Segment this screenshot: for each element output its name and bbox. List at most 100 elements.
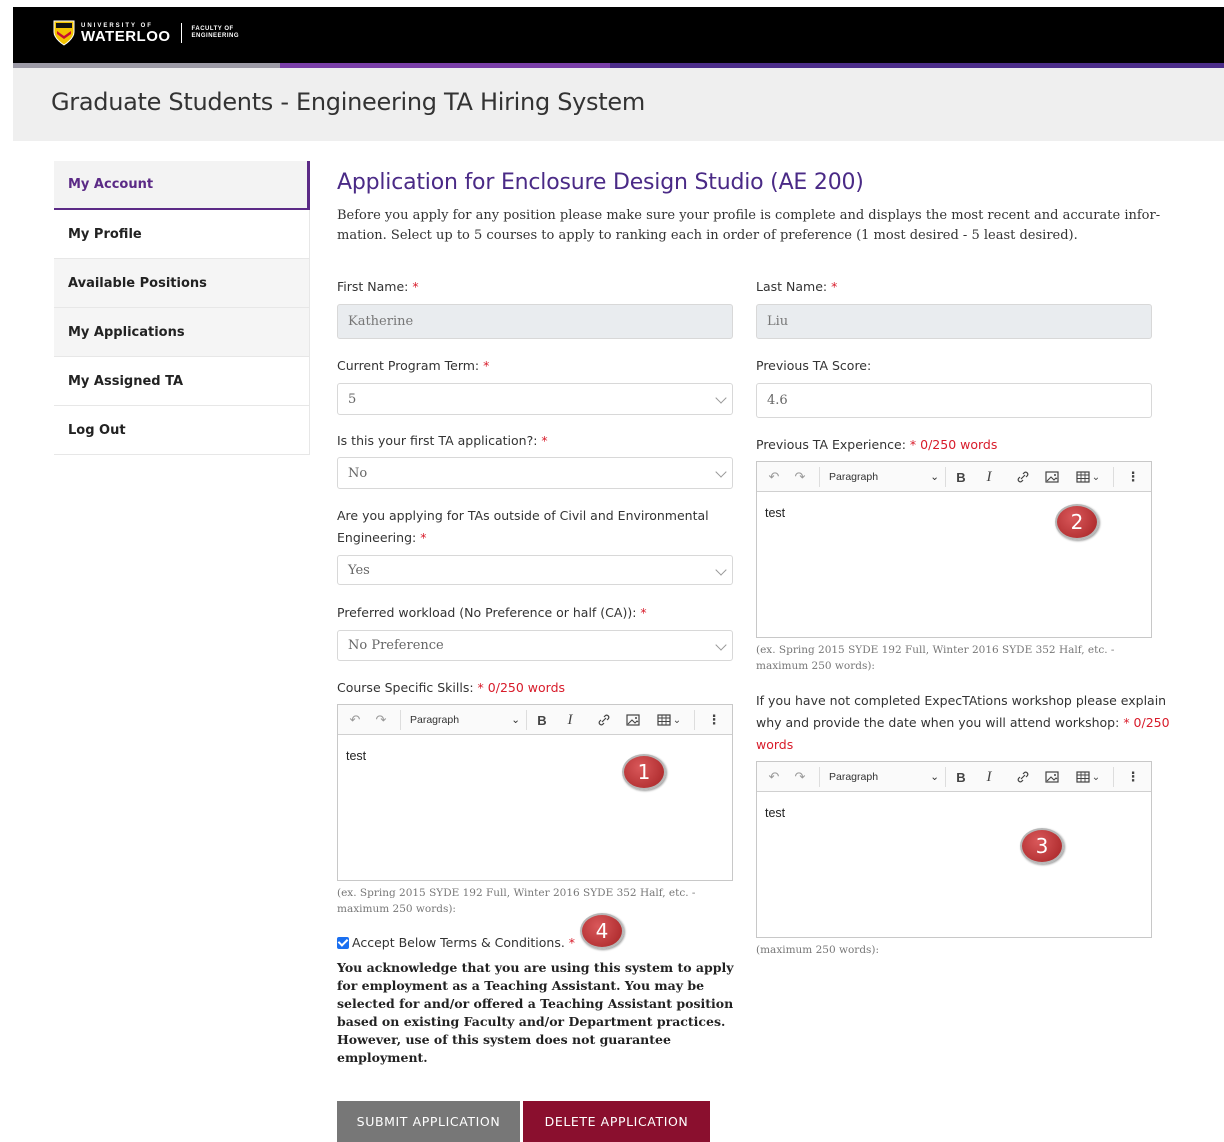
link-icon[interactable] bbox=[594, 705, 614, 735]
prev-ta-score-input[interactable]: 4.6 bbox=[756, 383, 1152, 418]
sidebar-item-label: Log Out bbox=[68, 422, 126, 438]
image-icon[interactable] bbox=[1042, 762, 1062, 792]
sidebar-item-label: My Applications bbox=[68, 324, 185, 340]
sidebar: My Account My Profile Available Position… bbox=[54, 161, 310, 455]
redo-icon[interactable]: ↷ bbox=[370, 705, 392, 735]
undo-icon[interactable]: ↶ bbox=[344, 705, 366, 735]
toolbar-divider bbox=[945, 467, 946, 487]
program-term-select[interactable]: 5 bbox=[337, 383, 733, 415]
link-icon[interactable] bbox=[1013, 462, 1033, 492]
sidebar-item-my-account[interactable]: My Account bbox=[54, 161, 310, 210]
italic-button[interactable]: I bbox=[979, 762, 999, 792]
logo-university-name: WATERLOO bbox=[81, 27, 171, 45]
accept-terms-checkbox[interactable] bbox=[337, 937, 349, 949]
toolbar-divider bbox=[400, 710, 401, 730]
workload-label: Preferred workload (No Preference or hal… bbox=[337, 605, 647, 620]
sidebar-item-available-positions[interactable]: Available Positions bbox=[54, 259, 310, 308]
link-icon[interactable] bbox=[1013, 762, 1033, 792]
toolbar-divider bbox=[1113, 467, 1114, 487]
workshop-editor[interactable]: ↶ ↷ Paragraph ⌄ B I ⌄ ⋮ test bbox=[756, 761, 1152, 938]
chevron-down-icon bbox=[715, 466, 727, 478]
italic-button[interactable]: I bbox=[979, 462, 999, 492]
image-icon[interactable] bbox=[623, 705, 643, 735]
undo-icon[interactable]: ↶ bbox=[763, 462, 785, 492]
sidebar-item-label: My Profile bbox=[68, 226, 142, 242]
more-options-icon[interactable]: ⋮ bbox=[1123, 462, 1143, 492]
last-name-field[interactable]: Liu bbox=[756, 304, 1152, 339]
undo-icon[interactable]: ↶ bbox=[763, 762, 785, 792]
table-icon[interactable]: ⌄ bbox=[1071, 762, 1105, 792]
toolbar-divider bbox=[694, 710, 695, 730]
sidebar-item-my-profile[interactable]: My Profile bbox=[54, 210, 310, 259]
submit-application-button[interactable]: SUBMIT APPLICATION bbox=[337, 1101, 520, 1142]
workload-select[interactable]: No Preference bbox=[337, 630, 733, 661]
image-icon[interactable] bbox=[1042, 462, 1062, 492]
annotation-marker-2: 2 bbox=[1055, 504, 1099, 540]
workshop-content: test bbox=[765, 806, 786, 820]
toolbar-divider bbox=[819, 767, 820, 787]
annotation-marker-4: 4 bbox=[580, 913, 624, 949]
logo-faculty-line2: ENGINEERING bbox=[191, 33, 240, 39]
toolbar-divider bbox=[819, 467, 820, 487]
bold-button[interactable]: B bbox=[951, 462, 971, 492]
more-options-icon[interactable]: ⋮ bbox=[1123, 762, 1143, 792]
italic-button[interactable]: I bbox=[560, 705, 580, 735]
intro-text: Before you apply for any position please… bbox=[337, 208, 1161, 243]
page-header: Graduate Students - Engineering TA Hirin… bbox=[13, 68, 1224, 141]
sidebar-item-label: Available Positions bbox=[68, 275, 207, 291]
chevron-down-icon bbox=[715, 392, 727, 404]
workshop-label: If you have not completed ExpecTAtions w… bbox=[756, 693, 1170, 752]
university-logo[interactable]: UNIVERSITY OF WATERLOO FACULTY OF ENGINE… bbox=[53, 19, 239, 47]
paragraph-dropdown[interactable]: Paragraph ⌄ bbox=[410, 705, 520, 735]
prev-ta-exp-hint: (ex. Spring 2015 SYDE 192 Full, Winter 2… bbox=[756, 644, 1115, 672]
bold-button[interactable]: B bbox=[532, 705, 552, 735]
bold-button[interactable]: B bbox=[951, 762, 971, 792]
chevron-down-icon: ⌄ bbox=[930, 471, 939, 483]
first-name-field[interactable]: Katherine bbox=[337, 304, 733, 339]
course-skills-hint: (ex. Spring 2015 SYDE 192 Full, Winter 2… bbox=[337, 887, 696, 915]
top-bar: UNIVERSITY OF WATERLOO FACULTY OF ENGINE… bbox=[13, 7, 1224, 65]
more-options-icon[interactable]: ⋮ bbox=[704, 705, 724, 735]
page-title: Graduate Students - Engineering TA Hirin… bbox=[51, 88, 645, 116]
paragraph-dropdown[interactable]: Paragraph ⌄ bbox=[829, 462, 939, 492]
course-skills-editor[interactable]: ↶ ↷ Paragraph ⌄ B I ⌄ ⋮ test bbox=[337, 704, 733, 881]
annotation-marker-1: 1 bbox=[622, 754, 666, 790]
outside-label: Are you applying for TAs outside of Civi… bbox=[337, 508, 709, 545]
last-name-label: Last Name: * bbox=[756, 279, 838, 294]
shield-icon bbox=[53, 20, 75, 46]
sidebar-item-log-out[interactable]: Log Out bbox=[54, 406, 310, 455]
prev-ta-score-label: Previous TA Score: bbox=[756, 358, 872, 373]
sidebar-item-label: My Account bbox=[68, 177, 154, 192]
toolbar-divider bbox=[945, 767, 946, 787]
toolbar-divider bbox=[1113, 767, 1114, 787]
annotation-marker-3: 3 bbox=[1020, 828, 1064, 864]
prev-ta-exp-editor[interactable]: ↶ ↷ Paragraph ⌄ B I ⌄ ⋮ test bbox=[756, 461, 1152, 638]
program-term-label: Current Program Term: * bbox=[337, 358, 490, 373]
sidebar-item-my-assigned-ta[interactable]: My Assigned TA bbox=[54, 357, 310, 406]
delete-application-button[interactable]: DELETE APPLICATION bbox=[523, 1101, 710, 1142]
logo-divider bbox=[180, 23, 182, 43]
logo-faculty-line1: FACULTY OF bbox=[191, 26, 234, 33]
outside-select[interactable]: Yes bbox=[337, 555, 733, 585]
chevron-down-icon: ⌄ bbox=[511, 714, 520, 726]
application-title: Application for Enclosure Design Studio … bbox=[337, 170, 864, 195]
sidebar-item-label: My Assigned TA bbox=[68, 373, 184, 389]
sidebar-item-my-applications[interactable]: My Applications bbox=[54, 308, 310, 357]
first-app-label: Is this your first TA application?: * bbox=[337, 433, 548, 448]
chevron-down-icon bbox=[715, 639, 727, 651]
editor-toolbar: ↶ ↷ Paragraph ⌄ B I ⌄ ⋮ bbox=[338, 705, 732, 735]
table-icon[interactable]: ⌄ bbox=[652, 705, 686, 735]
course-skills-content: test bbox=[346, 749, 367, 763]
chevron-down-icon bbox=[715, 564, 727, 576]
prev-ta-exp-label: Previous TA Experience: * 0/250 words bbox=[756, 437, 998, 452]
course-skills-label: Course Specific Skills: * 0/250 words bbox=[337, 680, 566, 695]
first-app-select[interactable]: No bbox=[337, 457, 733, 489]
paragraph-dropdown[interactable]: Paragraph ⌄ bbox=[829, 762, 939, 792]
redo-icon[interactable]: ↷ bbox=[789, 462, 811, 492]
terms-text: You acknowledge that you are using this … bbox=[337, 960, 734, 1065]
chevron-down-icon: ⌄ bbox=[930, 771, 939, 783]
table-icon[interactable]: ⌄ bbox=[1071, 462, 1105, 492]
workshop-hint: (maximum 250 words): bbox=[756, 944, 880, 956]
redo-icon[interactable]: ↷ bbox=[789, 762, 811, 792]
editor-toolbar: ↶ ↷ Paragraph ⌄ B I ⌄ ⋮ bbox=[757, 462, 1151, 492]
